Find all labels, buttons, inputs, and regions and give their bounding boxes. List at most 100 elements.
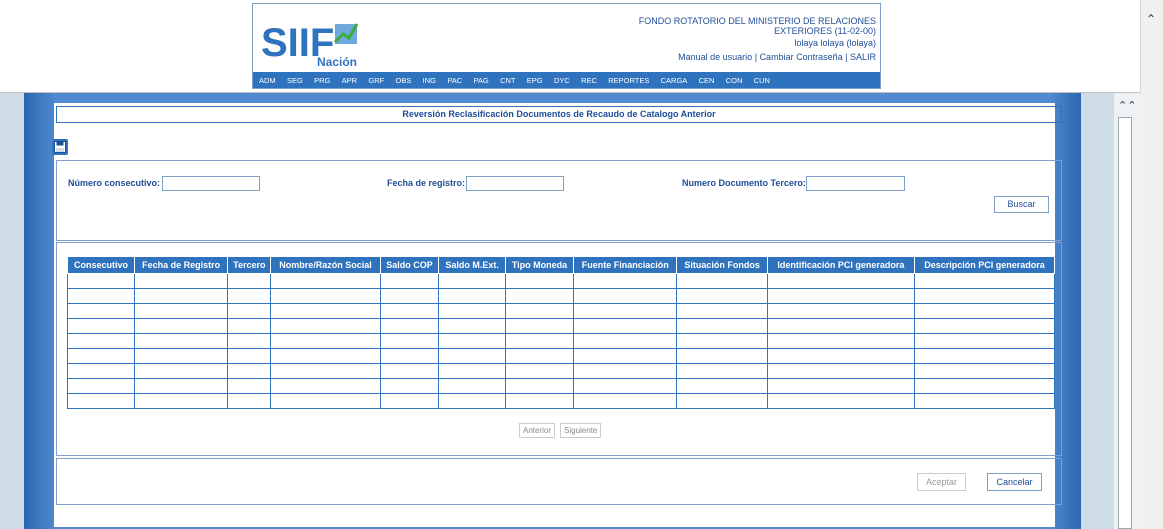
menu-item-ing[interactable]: ING xyxy=(423,76,436,85)
menu-item-cnt[interactable]: CNT xyxy=(500,76,515,85)
table-row[interactable] xyxy=(67,363,1056,379)
menu-item-apr[interactable]: APR xyxy=(342,76,357,85)
menu-item-pac[interactable]: PAC xyxy=(447,76,462,85)
table-cell xyxy=(766,393,915,409)
menu-item-epg[interactable]: EPG xyxy=(527,76,543,85)
content-frame: Reversión Reclasificación Documentos de … xyxy=(24,93,1081,529)
table-cell xyxy=(270,348,381,364)
menu-item-con[interactable]: CON xyxy=(726,76,743,85)
form-panel: Reversión Reclasificación Documentos de … xyxy=(52,103,1062,527)
table-row[interactable] xyxy=(67,378,1056,394)
col-situacion: Situación Fondos xyxy=(676,256,768,274)
consecutivo-label: Número consecutivo: xyxy=(68,178,161,188)
table-cell xyxy=(573,348,678,364)
col-tercero: Tercero xyxy=(227,256,272,274)
menu-item-cen[interactable]: CEN xyxy=(699,76,715,85)
results-table: Consecutivo Fecha de Registro Tercero No… xyxy=(67,256,1056,409)
table-cell xyxy=(133,303,229,319)
next-page-button[interactable]: Siguiente xyxy=(560,423,602,438)
table-cell xyxy=(227,333,272,349)
menu-item-carga[interactable]: CARGA xyxy=(661,76,688,85)
entity-name-line2: EXTERIORES (11-02-00) xyxy=(774,26,876,36)
table-cell xyxy=(270,333,381,349)
menu-item-rec[interactable]: REC xyxy=(581,76,597,85)
table-cell xyxy=(379,273,440,289)
chevron-up-icon[interactable]: ⌃⌃ xyxy=(1118,99,1136,112)
table-cell xyxy=(67,273,135,289)
table-row[interactable] xyxy=(67,348,1056,364)
table-cell xyxy=(913,318,1056,334)
table-cell xyxy=(766,348,915,364)
menu-item-adm[interactable]: ADM xyxy=(259,76,276,85)
fecha-registro-input[interactable] xyxy=(466,176,564,191)
table-row[interactable] xyxy=(67,288,1056,304)
table-cell xyxy=(67,348,135,364)
scrollbar-track[interactable] xyxy=(1118,117,1132,529)
window-scrollbar[interactable]: ⌃ xyxy=(1140,0,1163,529)
frame-scrollbar[interactable]: ⌃⌃ xyxy=(1114,93,1141,529)
table-cell xyxy=(270,318,381,334)
table-cell xyxy=(438,288,506,304)
table-row[interactable] xyxy=(67,273,1056,289)
table-cell xyxy=(227,273,272,289)
table-row[interactable] xyxy=(67,303,1056,319)
table-cell xyxy=(676,378,768,394)
scroll-up-icon[interactable]: ⌃ xyxy=(1146,12,1156,26)
menu-item-dyc[interactable]: DYC xyxy=(554,76,570,85)
table-cell xyxy=(573,378,678,394)
table-cell xyxy=(67,363,135,379)
table-cell xyxy=(379,363,440,379)
menu-item-pag[interactable]: PAG xyxy=(473,76,488,85)
table-cell xyxy=(676,273,768,289)
col-fecha-registro: Fecha de Registro xyxy=(133,256,229,274)
menu-item-cun[interactable]: CUN xyxy=(754,76,770,85)
save-button[interactable] xyxy=(52,139,68,155)
buscar-button[interactable]: Buscar xyxy=(994,196,1049,213)
table-cell xyxy=(438,318,506,334)
col-saldo-cop: Saldo COP xyxy=(379,256,440,274)
table-cell xyxy=(913,393,1056,409)
left-gutter xyxy=(0,93,24,529)
table-cell xyxy=(379,378,440,394)
table-row[interactable] xyxy=(67,333,1056,349)
table-row[interactable] xyxy=(67,393,1056,409)
table-cell xyxy=(67,333,135,349)
menu-item-grf[interactable]: GRF xyxy=(368,76,384,85)
table-cell xyxy=(766,288,915,304)
table-cell xyxy=(133,348,229,364)
page-title: Reversión Reclasificación Documentos de … xyxy=(56,106,1062,123)
menu-item-seg[interactable]: SEG xyxy=(287,76,303,85)
table-cell xyxy=(67,393,135,409)
accept-button[interactable]: Aceptar xyxy=(917,473,966,491)
table-cell xyxy=(504,303,575,319)
table-cell xyxy=(913,273,1056,289)
menu-item-reportes[interactable]: REPORTES xyxy=(608,76,649,85)
table-row[interactable] xyxy=(67,318,1056,334)
manual-link[interactable]: Manual de usuario xyxy=(678,52,752,62)
consecutivo-input[interactable] xyxy=(162,176,260,191)
table-cell xyxy=(913,348,1056,364)
table-cell xyxy=(913,363,1056,379)
menu-item-obs[interactable]: OBS xyxy=(396,76,412,85)
prev-page-button[interactable]: Anterior xyxy=(519,423,556,438)
table-cell xyxy=(676,393,768,409)
cancel-button[interactable]: Cancelar xyxy=(987,473,1042,491)
col-nombre: Nombre/Razón Social xyxy=(270,256,381,274)
menu-item-prg[interactable]: PRG xyxy=(314,76,330,85)
table-cell xyxy=(227,393,272,409)
table-cell xyxy=(766,318,915,334)
logout-link[interactable]: SALIR xyxy=(850,52,876,62)
table-cell xyxy=(913,333,1056,349)
table-cell xyxy=(573,333,678,349)
change-password-link[interactable]: Cambiar Contraseña xyxy=(760,52,843,62)
table-cell xyxy=(504,378,575,394)
actions-section: Aceptar Cancelar xyxy=(56,458,1062,505)
table-cell xyxy=(573,288,678,304)
tercero-input[interactable] xyxy=(806,176,905,191)
table-cell xyxy=(67,378,135,394)
table-cell xyxy=(379,333,440,349)
table-cell xyxy=(379,288,440,304)
col-identificacion-pci: Identificación PCI generadora xyxy=(766,256,915,274)
table-cell xyxy=(270,363,381,379)
table-cell xyxy=(379,303,440,319)
